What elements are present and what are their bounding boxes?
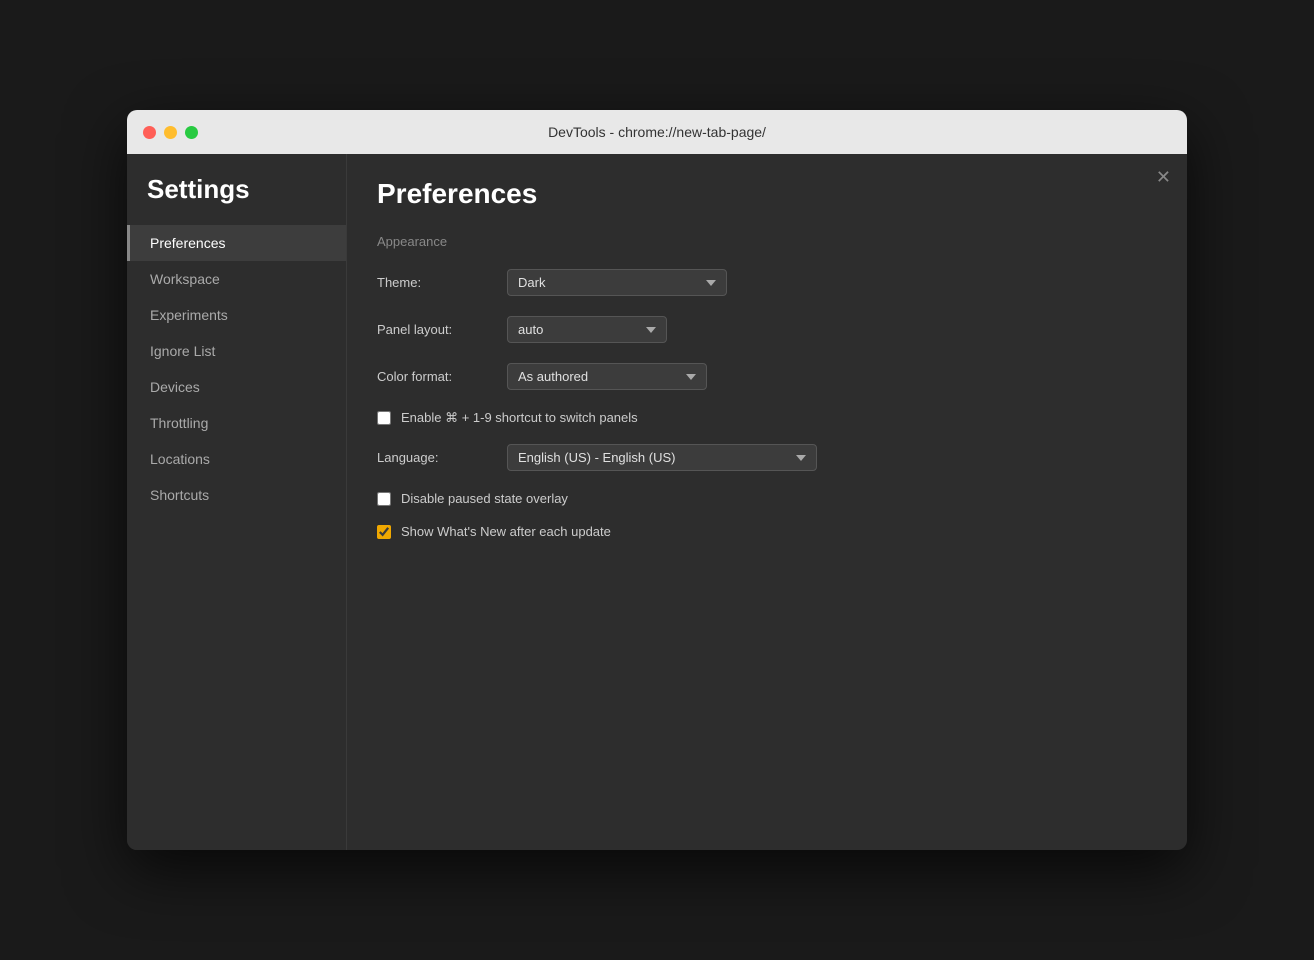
language-label: Language: (377, 450, 507, 465)
panel-layout-select[interactable]: auto horizontal vertical (507, 316, 667, 343)
devtools-window: DevTools - chrome://new-tab-page/ Settin… (127, 110, 1187, 850)
content-area: Preferences Appearance Theme: Default Da… (347, 154, 1187, 850)
sidebar: Settings Preferences Workspace Experimen… (127, 154, 347, 850)
cmd-shortcut-row: Enable ⌘ + 1-9 shortcut to switch panels (377, 410, 1157, 426)
paused-overlay-checkbox[interactable] (377, 492, 391, 506)
page-title: Preferences (377, 178, 1157, 210)
sidebar-item-workspace[interactable]: Workspace (127, 261, 346, 297)
language-select[interactable]: English (US) - English (US) (507, 444, 817, 471)
cmd-shortcut-checkbox[interactable] (377, 411, 391, 425)
panel-layout-label: Panel layout: (377, 322, 507, 337)
titlebar: DevTools - chrome://new-tab-page/ (127, 110, 1187, 154)
sidebar-item-shortcuts[interactable]: Shortcuts (127, 477, 346, 513)
color-format-label: Color format: (377, 369, 507, 384)
minimize-button[interactable] (164, 126, 177, 139)
close-button[interactable] (143, 126, 156, 139)
whats-new-row: Show What's New after each update (377, 524, 1157, 539)
theme-label: Theme: (377, 275, 507, 290)
maximize-button[interactable] (185, 126, 198, 139)
sidebar-item-ignore-list[interactable]: Ignore List (127, 333, 346, 369)
theme-select[interactable]: Default Dark Light (507, 269, 727, 296)
color-format-row: Color format: As authored HEX RGB HSL (377, 363, 1157, 390)
whats-new-label[interactable]: Show What's New after each update (401, 524, 611, 539)
panel-layout-row: Panel layout: auto horizontal vertical (377, 316, 1157, 343)
window-title: DevTools - chrome://new-tab-page/ (548, 124, 766, 140)
main-content: ✕ Preferences Appearance Theme: Default … (347, 154, 1187, 850)
window-body: Settings Preferences Workspace Experimen… (127, 154, 1187, 850)
cmd-shortcut-label[interactable]: Enable ⌘ + 1-9 shortcut to switch panels (401, 410, 638, 426)
section-appearance-title: Appearance (377, 234, 1157, 249)
sidebar-item-throttling[interactable]: Throttling (127, 405, 346, 441)
sidebar-item-locations[interactable]: Locations (127, 441, 346, 477)
language-row: Language: English (US) - English (US) (377, 444, 1157, 471)
sidebar-item-experiments[interactable]: Experiments (127, 297, 346, 333)
close-icon[interactable]: ✕ (1156, 168, 1171, 186)
whats-new-checkbox[interactable] (377, 525, 391, 539)
sidebar-item-preferences[interactable]: Preferences (127, 225, 346, 261)
sidebar-heading: Settings (127, 174, 346, 225)
paused-overlay-label[interactable]: Disable paused state overlay (401, 491, 568, 506)
traffic-lights (143, 126, 198, 139)
paused-overlay-row: Disable paused state overlay (377, 491, 1157, 506)
sidebar-item-devices[interactable]: Devices (127, 369, 346, 405)
theme-row: Theme: Default Dark Light (377, 269, 1157, 296)
color-format-select[interactable]: As authored HEX RGB HSL (507, 363, 707, 390)
